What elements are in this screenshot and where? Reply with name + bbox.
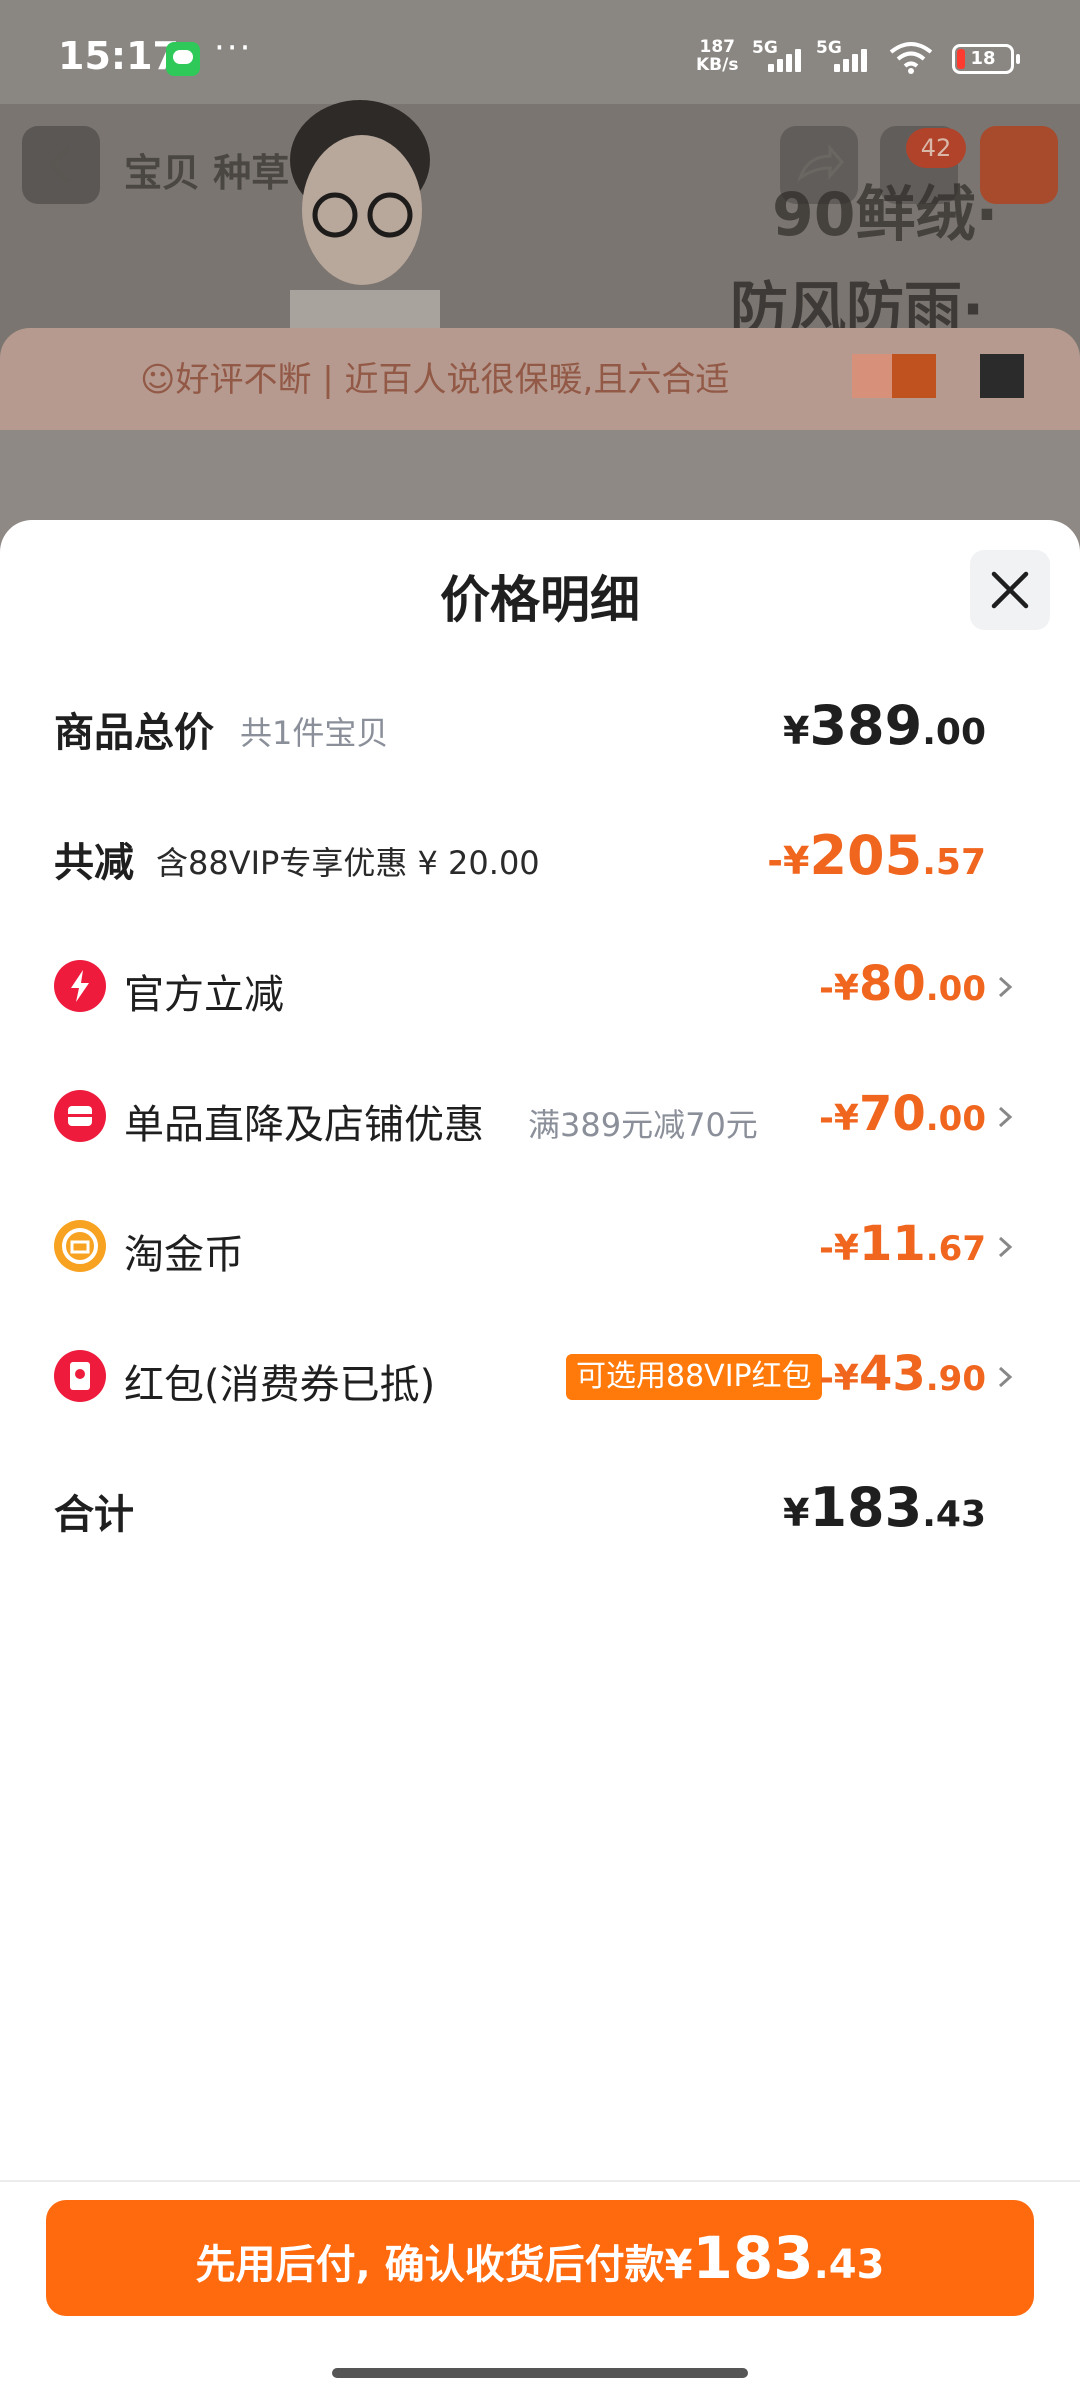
discount-item-label: 红包(消费券已抵)	[124, 1362, 436, 1408]
chevron-right-icon	[998, 976, 1013, 998]
coin-icon	[54, 1220, 106, 1272]
discount-item-label: 官方立减	[124, 972, 284, 1018]
discount-item-red-packet[interactable]: 红包(消费券已抵) 可选用88VIP红包 -¥43.90	[0, 1332, 1080, 1422]
review-summary: ☺好评不断 | 近百人说很保暖,且六合适	[140, 360, 730, 400]
back-arrow-icon	[48, 146, 70, 184]
chevron-right-icon	[998, 1366, 1013, 1388]
discount-item-price: -¥11.67	[818, 1216, 986, 1272]
discount-item-coins[interactable]: 淘金币 -¥11.67	[0, 1202, 1080, 1292]
network-speed-value: 187	[699, 37, 735, 57]
discount-item-price: -¥80.00	[818, 956, 986, 1012]
model-photo	[290, 100, 440, 340]
battery-level: 18	[970, 48, 996, 69]
promo-title-line1: 90鲜绒·	[772, 180, 999, 250]
status-time: 15:17	[58, 34, 179, 78]
color-swatch	[892, 354, 936, 398]
pay-later-button[interactable]: 先用后付, 确认收货后付款¥183.43	[46, 2200, 1034, 2316]
discount-item-official[interactable]: 官方立减 -¥80.00	[0, 942, 1080, 1032]
pay-amount-int: 183	[692, 2224, 814, 2292]
sheet-title: 价格明细	[440, 571, 640, 629]
color-swatch	[852, 354, 896, 398]
wifi-icon	[889, 42, 933, 74]
close-icon	[991, 571, 1029, 609]
discount-item-store[interactable]: 单品直降及店铺优惠 满389元减70元 -¥70.00	[0, 1072, 1080, 1162]
discount-item-label: 淘金币	[124, 1232, 244, 1278]
chevron-right-icon	[998, 1106, 1013, 1128]
store-discount-rule: 满389元减70元	[528, 1106, 758, 1144]
total-discount-price: -¥205.57	[767, 824, 986, 887]
store-icon	[54, 1090, 106, 1142]
pay-currency: ¥	[664, 2242, 693, 2288]
status-bar: 15:17 ··· 187 KB/s 5G 5G 18	[0, 0, 1080, 104]
home-indicator[interactable]	[332, 2368, 748, 2378]
goods-count: 共1件宝贝	[240, 714, 389, 752]
sum-row: 合计 ¥183.43	[0, 1462, 1080, 1552]
goods-total-label: 商品总价	[54, 710, 214, 756]
chevron-right-icon	[998, 1236, 1013, 1258]
signal-bars-1-icon	[768, 46, 812, 72]
total-discount-row: 共减 含88VIP专享优惠 ¥ 20.00 -¥205.57	[0, 810, 1080, 900]
network-speed: 187 KB/s	[696, 38, 738, 74]
price-detail-sheet: 价格明细 商品总价 共1件宝贝 ¥389.00 共减 含88VIP专享优惠 ¥ …	[0, 520, 1080, 2400]
signal-bars-2-icon	[834, 46, 878, 72]
discount-item-price: -¥43.90	[818, 1346, 986, 1402]
total-discount-label: 共减	[54, 840, 134, 886]
goods-total-row: 商品总价 共1件宝贝 ¥389.00	[0, 680, 1080, 770]
pay-amount-dec: .43	[813, 2242, 885, 2288]
product-page-background: 15:17 ··· 187 KB/s 5G 5G 18 宝贝 种草 42 90鲜…	[0, 0, 1080, 560]
more-notifications-icon: ···	[214, 28, 253, 68]
red-packet-icon	[54, 1350, 106, 1402]
footer-divider	[0, 2180, 1080, 2182]
goods-total-price: ¥389.00	[783, 694, 986, 757]
discount-item-price: -¥70.00	[818, 1086, 986, 1142]
lightning-icon	[54, 960, 106, 1012]
close-button[interactable]	[970, 550, 1050, 630]
vip-red-packet-tag[interactable]: 可选用88VIP红包	[566, 1354, 822, 1400]
color-swatch	[980, 354, 1024, 398]
network-speed-unit: KB/s	[696, 55, 739, 75]
discount-item-label: 单品直降及店铺优惠	[124, 1102, 484, 1148]
battery-icon: 18	[952, 44, 1020, 74]
pay-button-text: 先用后付, 确认收货后付款	[195, 2242, 665, 2288]
vip-discount-note: 含88VIP专享优惠 ¥ 20.00	[156, 844, 540, 882]
nav-tabs[interactable]: 宝贝 种草	[124, 142, 289, 197]
sum-label: 合计	[54, 1492, 134, 1538]
sum-price: ¥183.43	[783, 1476, 986, 1539]
message-notification-icon	[166, 42, 200, 76]
back-button[interactable]	[22, 126, 100, 204]
cart-count-badge: 42	[906, 128, 966, 168]
